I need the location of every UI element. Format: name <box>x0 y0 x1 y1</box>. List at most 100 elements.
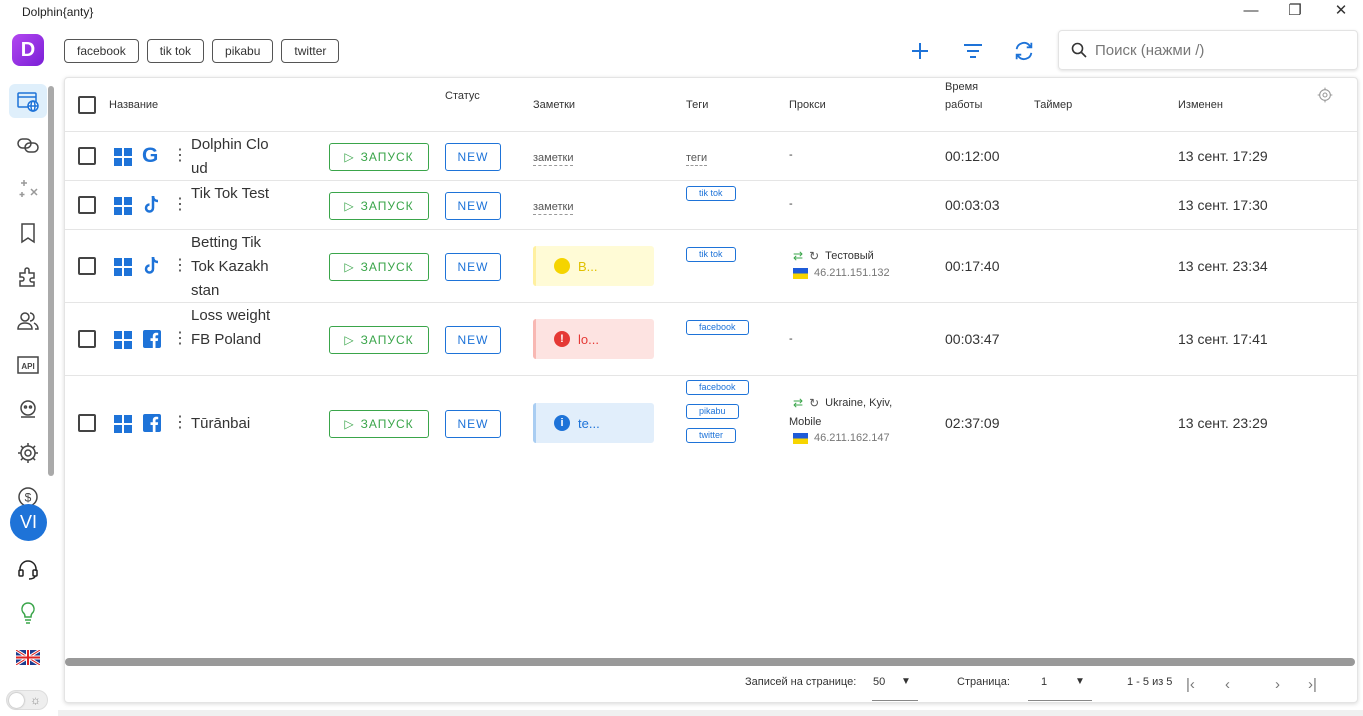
row-checkbox[interactable] <box>78 147 96 165</box>
minimize-button[interactable]: — <box>1241 3 1261 21</box>
note-card[interactable]: B... <box>533 246 654 286</box>
row-checkbox[interactable] <box>78 257 96 275</box>
chip-tiktok[interactable]: tik tok <box>146 39 205 63</box>
row-menu-icon[interactable]: ⋮ <box>172 412 188 432</box>
filter-icon[interactable] <box>959 38 987 64</box>
table-settings-gear-icon[interactable] <box>1317 87 1333 108</box>
extensions-icon[interactable] <box>9 260 47 294</box>
next-page-icon[interactable]: › <box>1275 676 1280 693</box>
column-header-name[interactable]: Название <box>109 99 158 111</box>
chip-twitter[interactable]: twitter <box>281 39 340 63</box>
tag-badge[interactable]: facebook <box>686 320 749 335</box>
select-all-checkbox[interactable] <box>78 96 96 114</box>
launch-button[interactable]: ▷ ЗАПУСК <box>329 253 429 281</box>
status-badge[interactable]: NEW <box>445 192 501 220</box>
profile-name[interactable]: Loss weight FB Poland <box>191 304 271 352</box>
table-row[interactable]: ⋮ Loss weight FB Poland ▷ ЗАПУСК NEW ! lo… <box>65 302 1357 375</box>
profile-name[interactable]: Betting Tik Tok Kazakhstan <box>191 231 271 303</box>
launch-button[interactable]: ▷ ЗАПУСК <box>329 192 429 220</box>
app-logo[interactable]: D <box>12 34 44 66</box>
robot-icon[interactable] <box>9 392 47 426</box>
play-icon: ▷ <box>344 260 355 274</box>
plus-icon[interactable] <box>906 38 934 64</box>
row-menu-icon[interactable]: ⋮ <box>172 145 188 165</box>
tag-badge[interactable]: pikabu <box>686 404 739 419</box>
launch-button[interactable]: ▷ ЗАПУСК <box>329 410 429 438</box>
profile-name[interactable]: Tūrānbai <box>191 412 271 436</box>
status-badge[interactable]: NEW <box>445 410 501 438</box>
horizontal-scrollbar[interactable] <box>65 658 1355 666</box>
column-header-timer[interactable]: Таймер <box>1034 99 1072 111</box>
avatar[interactable]: VI <box>10 504 47 541</box>
users-icon[interactable] <box>9 304 47 338</box>
maximize-button[interactable]: ❐ <box>1285 3 1305 21</box>
column-header-proxy[interactable]: Прокси <box>789 99 826 111</box>
profile-name[interactable]: Tik Tok Test <box>191 182 271 206</box>
rotate-icon[interactable]: ↻ <box>809 249 819 263</box>
page-select[interactable]: 1 <box>1041 676 1047 688</box>
column-header-uptime-2[interactable]: работы <box>945 99 982 111</box>
last-page-icon[interactable]: ›| <box>1308 676 1317 693</box>
table-row[interactable]: ⋮ Betting Tik Tok Kazakhstan ▷ ЗАПУСК NEW… <box>65 229 1357 303</box>
profile-name[interactable]: Dolphin Cloud <box>191 133 271 181</box>
table-row[interactable]: G ⋮ Dolphin Cloud ▷ ЗАПУСК NEW заметки те… <box>65 131 1357 181</box>
column-header-status[interactable]: Статус <box>445 90 480 102</box>
api-icon[interactable]: API <box>9 348 47 382</box>
row-checkbox[interactable] <box>78 414 96 432</box>
column-header-notes[interactable]: Заметки <box>533 99 575 111</box>
launch-button[interactable]: ▷ ЗАПУСК <box>329 143 429 171</box>
google-icon: G <box>142 144 159 167</box>
uptime-value: 02:37:09 <box>945 415 1000 431</box>
uptime-value: 00:03:03 <box>945 197 1000 213</box>
per-page-chevron-down-icon[interactable]: ▼ <box>901 676 911 687</box>
column-header-tags[interactable]: Теги <box>686 99 708 111</box>
tag-badge[interactable]: tik tok <box>686 186 736 201</box>
notes-link[interactable]: заметки <box>533 200 574 215</box>
uk-flag-icon[interactable] <box>16 650 40 665</box>
row-menu-icon[interactable]: ⋮ <box>172 255 188 275</box>
row-checkbox[interactable] <box>78 196 96 214</box>
note-card[interactable]: ! lo... <box>533 319 654 359</box>
automation-icon[interactable] <box>9 172 47 206</box>
table-row[interactable]: ⋮ Tūrānbai ▷ ЗАПУСК NEW i te... facebook … <box>65 375 1357 470</box>
column-header-uptime-1[interactable]: Время <box>945 81 978 93</box>
note-card[interactable]: i te... <box>533 403 654 443</box>
bookmark-icon[interactable] <box>9 216 47 250</box>
lightbulb-icon[interactable] <box>9 596 47 630</box>
sidebar-scrollbar[interactable] <box>48 86 54 476</box>
row-menu-icon[interactable]: ⋮ <box>172 194 188 214</box>
column-header-modified[interactable]: Изменен <box>1178 99 1223 111</box>
tag-badge[interactable]: twitter <box>686 428 737 443</box>
per-page-select[interactable]: 50 <box>873 676 885 688</box>
tags-link[interactable]: теги <box>686 151 708 166</box>
prev-page-icon[interactable]: ‹ <box>1225 676 1230 693</box>
table-row[interactable]: ⋮ Tik Tok Test ▷ ЗАПУСК NEW заметки tik t… <box>65 180 1357 229</box>
tag-badge[interactable]: tik tok <box>686 247 736 262</box>
tag-badge[interactable]: facebook <box>686 380 749 395</box>
rotate-icon[interactable]: ↻ <box>809 396 819 410</box>
proxy-info[interactable]: ⇄ ↻ Тестовый 46.211.151.132 <box>793 249 890 279</box>
launch-button[interactable]: ▷ ЗАПУСК <box>329 326 429 354</box>
browser-profiles-icon[interactable] <box>9 84 47 118</box>
status-badge[interactable]: NEW <box>445 326 501 354</box>
proxy-info[interactable]: ⇄ ↻ Ukraine, Kyiv, Mobile 46.211.162.147 <box>789 396 892 444</box>
status-badge[interactable]: NEW <box>445 253 501 281</box>
row-menu-icon[interactable]: ⋮ <box>172 328 188 348</box>
row-checkbox[interactable] <box>78 330 96 348</box>
refresh-icon[interactable] <box>1010 38 1038 64</box>
chip-pikabu[interactable]: pikabu <box>212 39 274 63</box>
close-button[interactable]: ✕ <box>1331 3 1351 21</box>
notes-link[interactable]: заметки <box>533 151 574 166</box>
first-page-icon[interactable]: |‹ <box>1186 676 1195 693</box>
theme-toggle[interactable]: ☼ <box>6 690 48 710</box>
chip-facebook[interactable]: facebook <box>64 39 139 63</box>
modified-value: 13 сент. 17:30 <box>1178 197 1268 213</box>
settings-gear-icon[interactable] <box>9 436 47 470</box>
search-input[interactable] <box>1095 41 1345 59</box>
headset-icon[interactable] <box>9 552 47 586</box>
info-dot-icon: i <box>554 415 570 431</box>
error-dot-icon: ! <box>554 331 570 347</box>
status-badge[interactable]: NEW <box>445 143 501 171</box>
link-icon[interactable] <box>9 128 47 162</box>
page-chevron-down-icon[interactable]: ▼ <box>1075 676 1085 687</box>
